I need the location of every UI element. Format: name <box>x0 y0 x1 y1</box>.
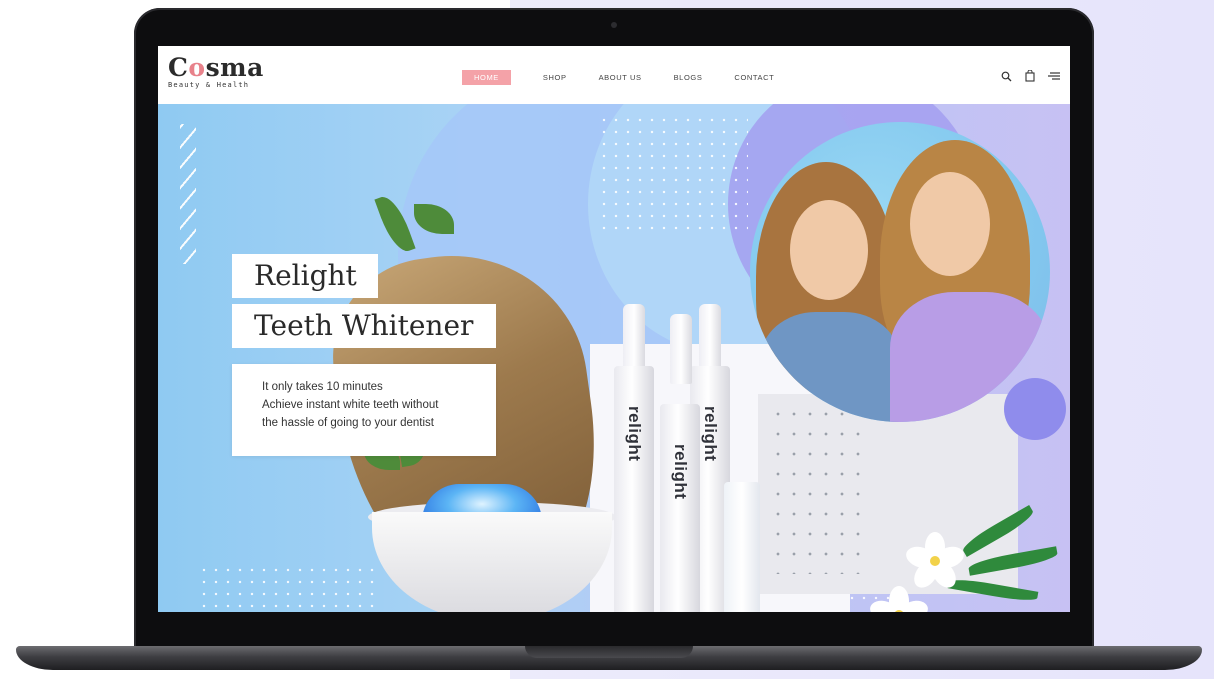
camera <box>611 22 617 28</box>
title-box-line1: Relight <box>232 254 378 298</box>
logo[interactable]: Cosma Beauty & Health <box>168 53 264 90</box>
denim-jacket <box>760 312 900 422</box>
cart-icon[interactable] <box>1024 70 1036 82</box>
hero-banner: relight relight relight Relight Teeth Wh… <box>158 104 1070 612</box>
pen-cap <box>699 304 721 374</box>
search-icon[interactable] <box>1000 70 1012 82</box>
box-dot-pattern <box>770 404 860 574</box>
purple-circle <box>1004 378 1066 440</box>
nav-home[interactable]: HOME <box>462 70 511 85</box>
models-photo <box>750 122 1050 422</box>
nav-about-us[interactable]: ABOUT US <box>599 70 642 85</box>
pen-cap <box>670 314 692 384</box>
whitening-pen: relight <box>660 404 700 612</box>
hero-description: It only takes 10 minutes Achieve instant… <box>232 364 496 456</box>
title-box-line2: Teeth Whitener <box>232 304 496 348</box>
face-left <box>790 200 868 300</box>
main-nav: HOME SHOP ABOUT US BLOGS CONTACT <box>462 70 806 85</box>
laptop-notch <box>525 646 693 658</box>
bowl <box>372 512 612 612</box>
nav-contact[interactable]: CONTACT <box>734 70 774 85</box>
logo-wordmark: Cosma <box>168 53 264 82</box>
pen-brand-label: relight <box>701 406 720 462</box>
plumeria-flower <box>867 586 931 612</box>
hero-desc-line2: Achieve instant white teeth without <box>262 399 439 411</box>
hero-desc-line3: the hassle of going to your dentist <box>262 417 434 429</box>
plumeria-flower <box>903 532 967 593</box>
face-right <box>910 172 990 276</box>
logo-tagline: Beauty & Health <box>168 81 250 89</box>
whitening-pen: relight <box>614 366 654 612</box>
lip-tube <box>724 482 760 612</box>
pen-cap <box>623 304 645 374</box>
hero-title-line1: Relight <box>254 259 357 292</box>
dot-pattern <box>598 114 748 234</box>
laptop-screen: Cosma Beauty & Health HOME SHOP ABOUT US… <box>158 46 1070 612</box>
dot-pattern <box>198 564 378 610</box>
hero-title-line2: Teeth Whitener <box>254 309 474 342</box>
header-icons <box>1000 70 1060 82</box>
slash-decoration <box>180 124 196 264</box>
nav-blogs[interactable]: BLOGS <box>674 70 703 85</box>
nav-shop[interactable]: SHOP <box>543 70 567 85</box>
menu-icon[interactable] <box>1048 70 1060 82</box>
pen-brand-label: relight <box>671 444 690 500</box>
site-header: Cosma Beauty & Health HOME SHOP ABOUT US… <box>158 46 1070 104</box>
hero-desc-line1: It only takes 10 minutes <box>262 381 383 393</box>
pen-brand-label: relight <box>625 406 644 462</box>
